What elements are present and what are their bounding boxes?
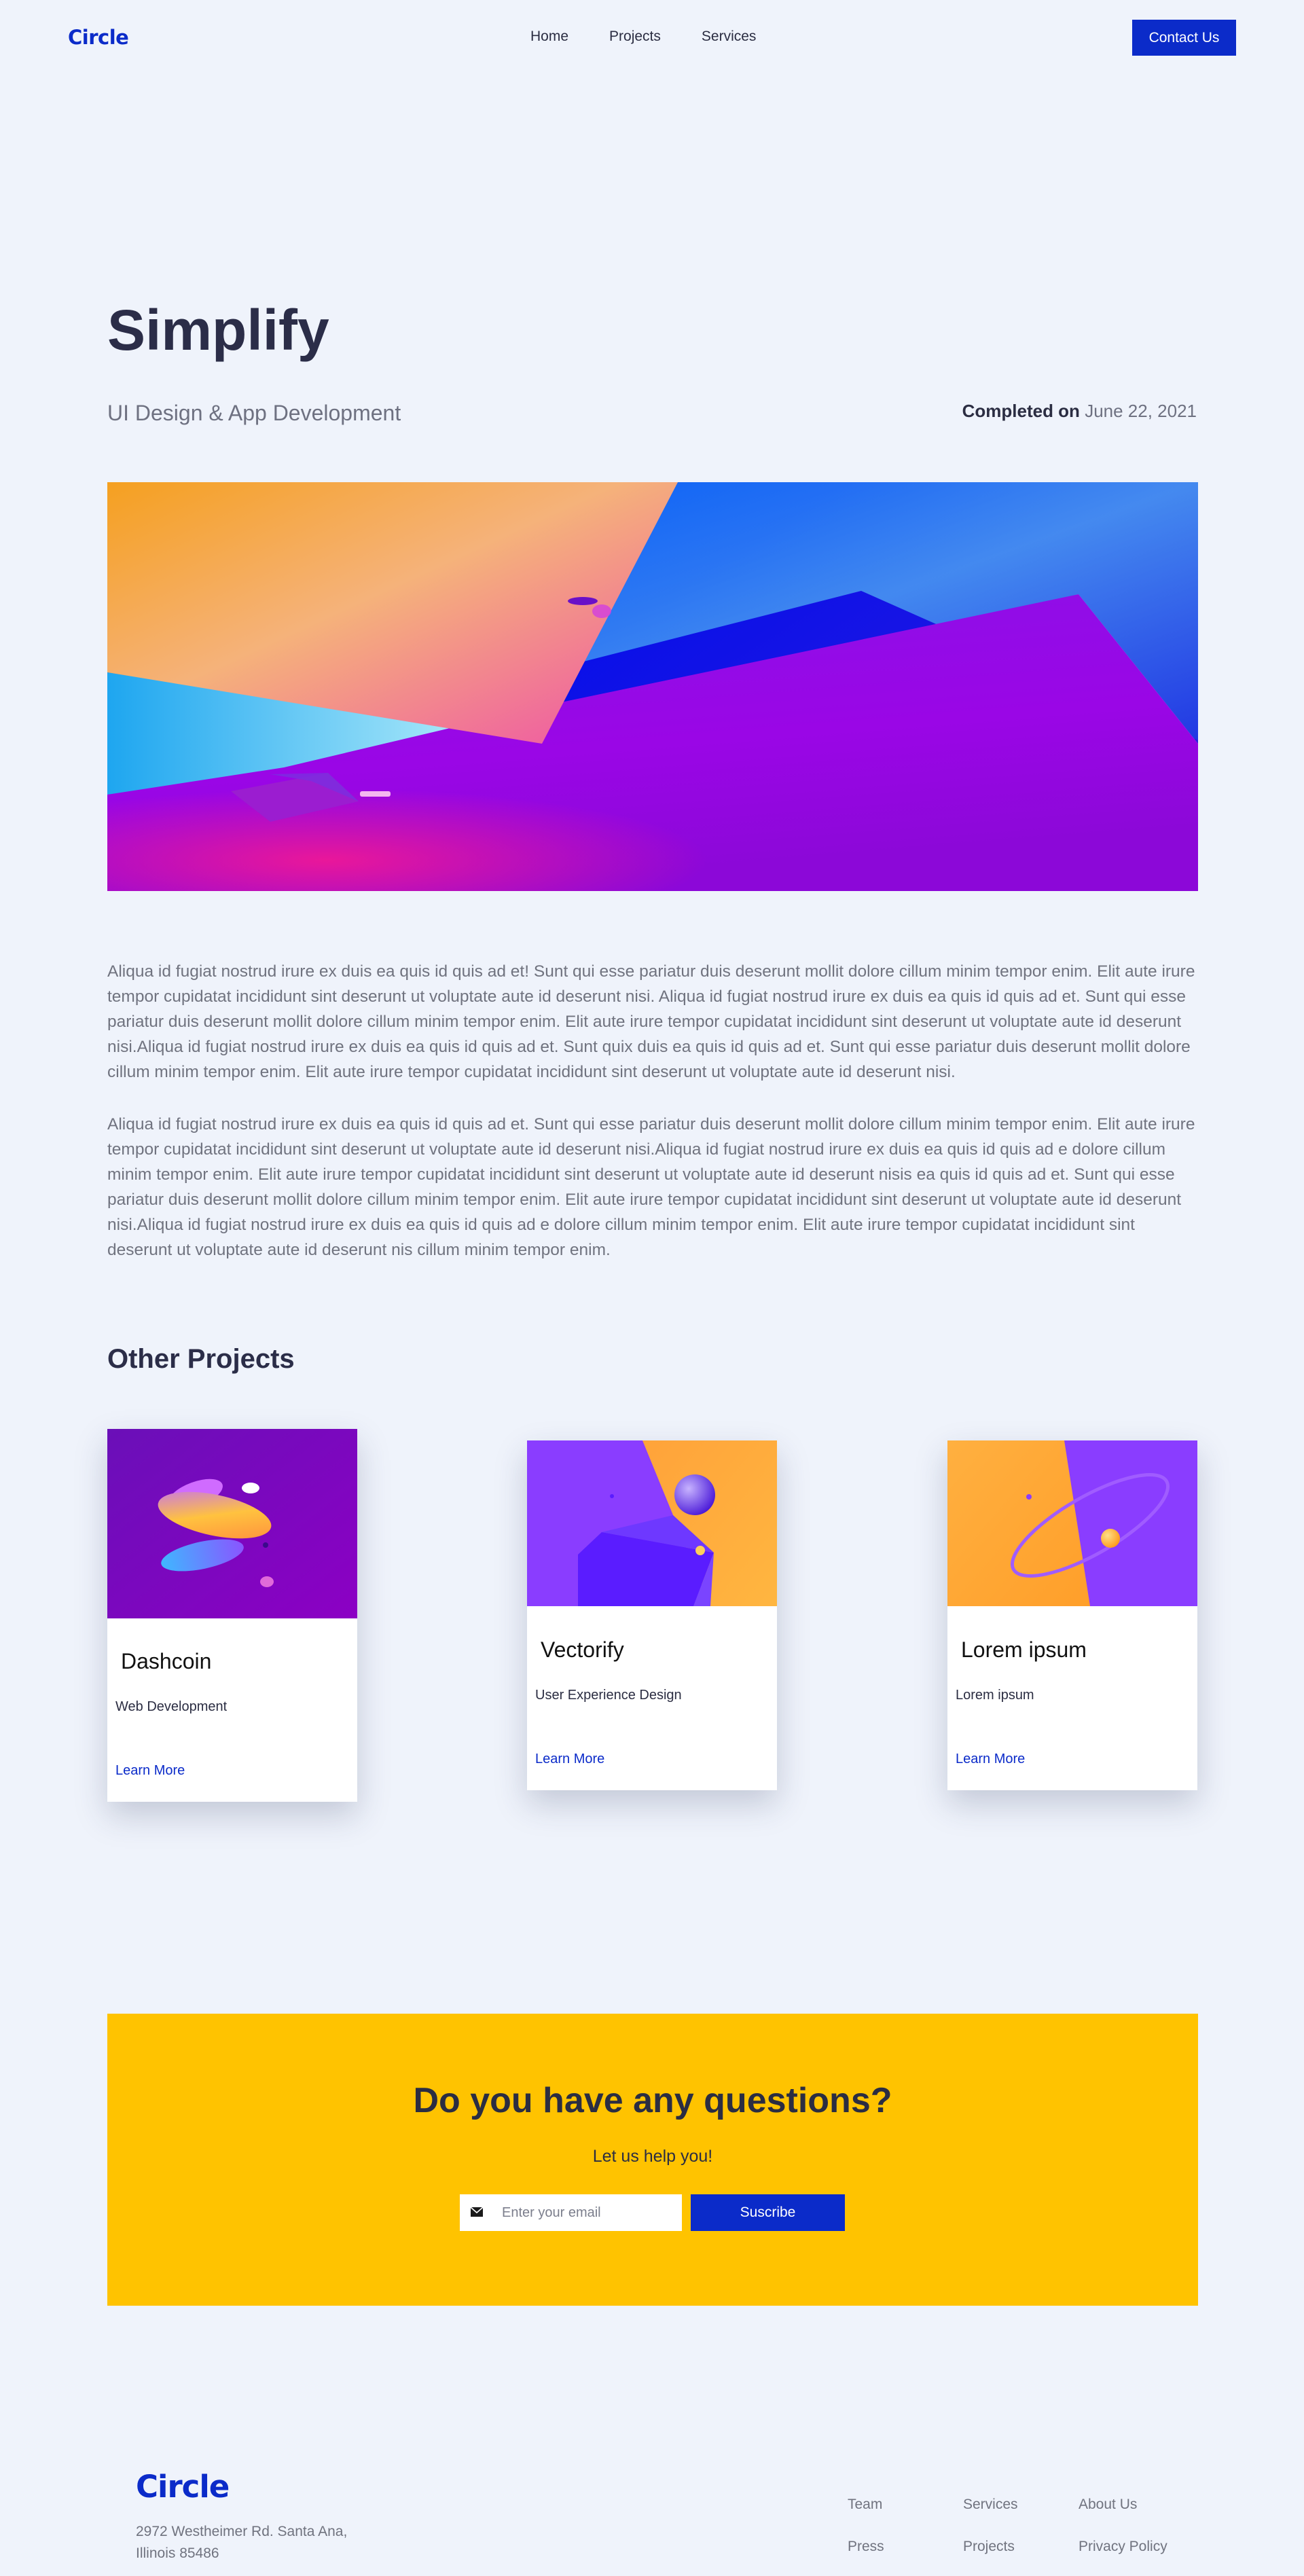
nav-link-projects[interactable]: Projects <box>609 29 661 45</box>
learn-more-link[interactable]: Learn More <box>956 1752 1025 1767</box>
hero-image <box>107 482 1198 891</box>
project-card-vectorify[interactable]: Vectorify User Experience Design Learn M… <box>527 1440 777 1790</box>
top-nav: Circle Home Projects Services Contact Us <box>0 0 1304 75</box>
description-paragraph-2: Aliqua id fugiat nostrud irure ex duis e… <box>107 1115 1195 1259</box>
project-card-lorem-ipsum[interactable]: Lorem ipsum Lorem ipsum Learn More <box>947 1440 1197 1790</box>
lorem-ipsum-thumbnail <box>947 1440 1197 1606</box>
cta-title: Do you have any questions? <box>413 2081 892 2120</box>
card-category: Lorem ipsum <box>956 1688 1034 1703</box>
completed-date-value: June 22, 2021 <box>1085 401 1197 421</box>
card-title: Dashcoin <box>121 1649 212 1673</box>
email-field[interactable] <box>460 2194 682 2231</box>
contact-us-button[interactable]: Contact Us <box>1132 20 1236 56</box>
card-title: Vectorify <box>541 1637 624 1662</box>
learn-more-link[interactable]: Learn More <box>535 1752 604 1767</box>
footer-link-services[interactable]: Services <box>963 2497 1018 2513</box>
completion-date: Completed on June 22, 2021 <box>962 401 1197 422</box>
nav-links: Home Projects Services <box>530 29 797 45</box>
footer-link-privacy-policy[interactable]: Privacy Policy <box>1079 2539 1167 2555</box>
cta-subtitle: Let us help you! <box>592 2147 713 2166</box>
vectorify-thumbnail <box>527 1440 777 1606</box>
completed-label: Completed on <box>962 401 1080 421</box>
mail-icon <box>470 2207 484 2217</box>
nav-link-services[interactable]: Services <box>702 29 757 45</box>
page-title: Simplify <box>107 298 329 362</box>
footer-link-press[interactable]: Press <box>848 2539 884 2555</box>
footer-logo[interactable]: Circle <box>136 2469 230 2505</box>
description-paragraph-1: Aliqua id fugiat nostrud irure ex duis e… <box>107 962 1195 1081</box>
footer-link-about-us[interactable]: About Us <box>1079 2497 1137 2513</box>
card-title: Lorem ipsum <box>961 1637 1087 1662</box>
card-category: User Experience Design <box>535 1688 682 1703</box>
project-subtitle: UI Design & App Development <box>107 401 401 425</box>
learn-more-link[interactable]: Learn More <box>115 1763 185 1779</box>
hero-abstract-illustration <box>107 482 1198 891</box>
footer-link-team[interactable]: Team <box>848 2497 882 2513</box>
nav-link-home[interactable]: Home <box>530 29 568 45</box>
project-card-dashcoin[interactable]: Dashcoin Web Development Learn More <box>107 1429 357 1802</box>
subscribe-button[interactable]: Suscribe <box>691 2194 845 2231</box>
footer-link-projects[interactable]: Projects <box>963 2539 1015 2555</box>
dashcoin-thumbnail <box>107 1429 357 1618</box>
footer-address: 2972 Westheimer Rd. Santa Ana, Illinois … <box>136 2524 348 2561</box>
email-input[interactable] <box>502 2194 678 2231</box>
logo[interactable]: Circle <box>68 26 129 49</box>
questions-cta-section: Do you have any questions? Let us help y… <box>107 2014 1198 2306</box>
card-category: Web Development <box>115 1699 228 1714</box>
other-projects-heading: Other Projects <box>107 1344 295 1374</box>
